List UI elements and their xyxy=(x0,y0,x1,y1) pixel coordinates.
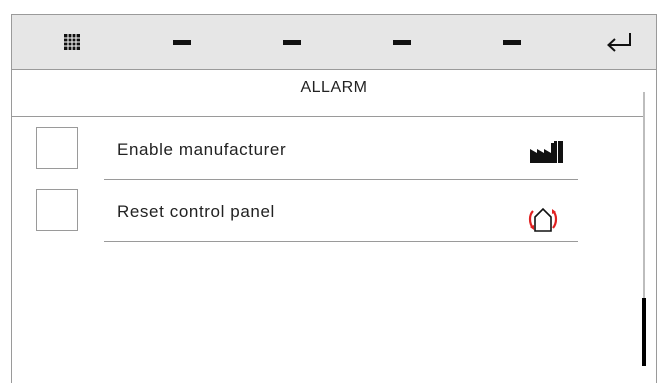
toolbar-slot-1-button[interactable] xyxy=(142,15,222,69)
device-screen: ALLARM Enable manufacturer Reset control… xyxy=(11,14,657,383)
dash-icon xyxy=(283,39,301,45)
toolbar xyxy=(12,15,656,70)
page-title: ALLARM xyxy=(300,79,368,96)
scrollbar-thumb[interactable] xyxy=(642,298,646,366)
menu-grid-button[interactable] xyxy=(32,15,112,69)
list-item-enable-manufacturer[interactable]: Enable manufacturer xyxy=(12,125,612,185)
reset-control-panel-label: Reset control panel xyxy=(117,202,275,221)
toolbar-slot-2-button[interactable] xyxy=(252,15,332,69)
factory-icon xyxy=(530,141,564,168)
return-icon xyxy=(607,33,631,52)
back-button[interactable] xyxy=(582,15,656,69)
toolbar-slot-3-button[interactable] xyxy=(362,15,442,69)
dash-icon xyxy=(503,39,521,45)
list-item-reset-control-panel[interactable]: Reset control panel xyxy=(12,187,612,247)
grid-icon xyxy=(64,34,80,50)
enable-manufacturer-checkbox[interactable] xyxy=(36,127,78,169)
home-reset-icon xyxy=(526,203,560,240)
toolbar-slot-4-button[interactable] xyxy=(472,15,552,69)
reset-control-panel-checkbox[interactable] xyxy=(36,189,78,231)
row-divider xyxy=(104,179,578,180)
row-divider xyxy=(104,241,578,242)
dash-icon xyxy=(173,39,191,45)
enable-manufacturer-label: Enable manufacturer xyxy=(117,140,287,159)
title-divider xyxy=(12,116,644,117)
dash-icon xyxy=(393,39,411,45)
